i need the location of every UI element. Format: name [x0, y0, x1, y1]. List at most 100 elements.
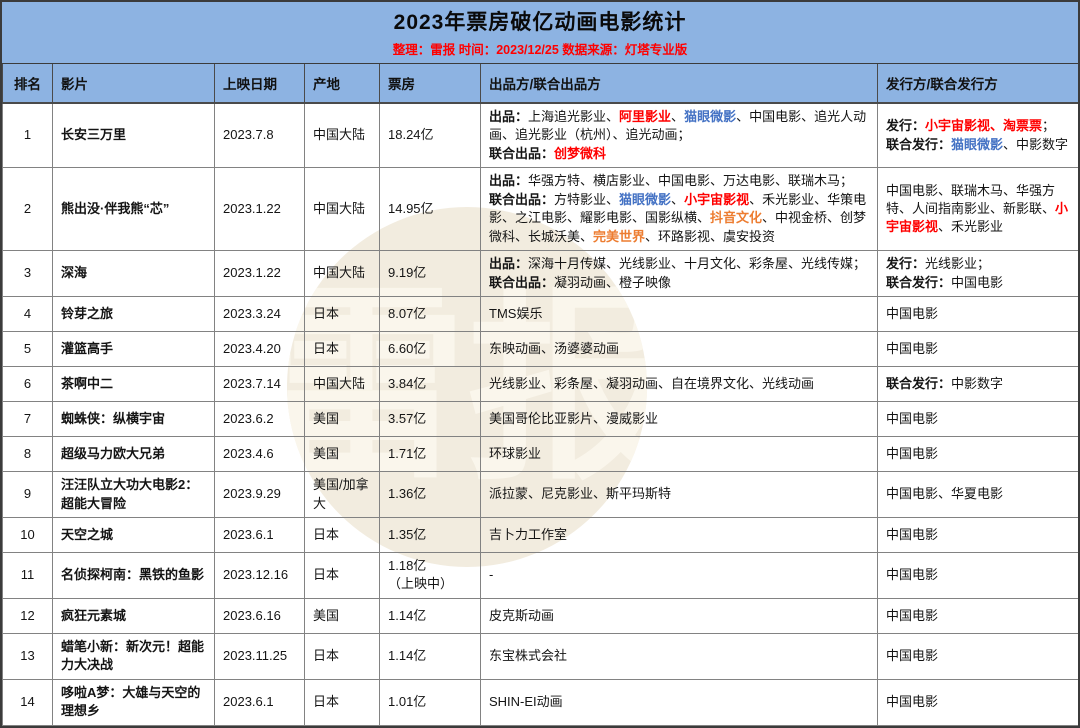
company-name: 吉卜力工作室 — [489, 527, 567, 542]
producers-cell: 美国哥伦比亚影片、漫威影业 — [481, 402, 878, 437]
company-name: 环球影业 — [489, 446, 541, 461]
origin-cell: 日本 — [305, 633, 380, 679]
column-header: 上映日期 — [215, 64, 305, 103]
rank-cell: 11 — [3, 552, 53, 598]
distributors-cell: 中国电影、华夏电影 — [878, 472, 1080, 518]
company-name: 、环路影视、虞安投资 — [645, 229, 775, 244]
company-name: 中国电影、联瑞木马、华强方特、人间指南影业、新影联、 — [886, 183, 1055, 216]
company-name: 联合发行： — [886, 376, 951, 391]
origin-cell: 日本 — [305, 332, 380, 367]
company-name: 联合发行： — [886, 137, 951, 152]
date-cell: 2023.3.24 — [215, 297, 305, 332]
distributors-cell: 联合发行：中影数字 — [878, 367, 1080, 402]
box-office-cell: 1.14亿 — [380, 598, 481, 633]
distributors-cell: 中国电影 — [878, 633, 1080, 679]
rank-cell: 1 — [3, 103, 53, 168]
rank-cell: 12 — [3, 598, 53, 633]
producers-cell: SHIN-EI动画 — [481, 679, 878, 725]
company-name: 完美世界 — [593, 229, 645, 244]
company-name: 联合出品： — [489, 146, 554, 161]
distributors-cell: 中国电影、联瑞木马、华强方特、人间指南影业、新影联、小宇宙影视、禾光影业 — [878, 168, 1080, 251]
origin-cell: 美国 — [305, 598, 380, 633]
date-cell: 2023.6.1 — [215, 517, 305, 552]
company-name: 联合出品： — [489, 192, 554, 207]
company-name: 光线影业、彩条屋、凝羽动画、自在境界文化、光线动画 — [489, 376, 814, 391]
film-cell: 灌篮高手 — [53, 332, 215, 367]
company-name: 中国电影 — [886, 648, 938, 663]
page-title: 2023年票房破亿动画电影统计 — [2, 6, 1078, 36]
producers-cell: 派拉蒙、尼克影业、斯平玛斯特 — [481, 472, 878, 518]
company-name: SHIN-EI动画 — [489, 694, 563, 709]
box-office-cell: 9.19亿 — [380, 251, 481, 297]
company-name: 东宝株式会社 — [489, 648, 567, 663]
company-name: 中国电影 — [886, 446, 938, 461]
film-cell: 蜡笔小新：新次元！超能力大决战 — [53, 633, 215, 679]
company-name: 联合发行： — [886, 275, 951, 290]
origin-cell: 美国 — [305, 402, 380, 437]
origin-cell: 中国大陆 — [305, 168, 380, 251]
column-header: 排名 — [3, 64, 53, 103]
film-cell: 长安三万里 — [53, 103, 215, 168]
rank-cell: 13 — [3, 633, 53, 679]
company-name: 中国电影 — [951, 275, 1003, 290]
company-name: 派拉蒙、尼克影业、斯平玛斯特 — [489, 486, 671, 501]
distributors-cell: 中国电影 — [878, 517, 1080, 552]
company-name: 出品： — [489, 173, 528, 188]
company-name: 、禾光影业 — [938, 219, 1003, 234]
film-cell: 茶啊中二 — [53, 367, 215, 402]
box-office-cell: 1.35亿 — [380, 517, 481, 552]
company-name: 方特影业、 — [554, 192, 619, 207]
rank-cell: 10 — [3, 517, 53, 552]
box-office-cell: 1.01亿 — [380, 679, 481, 725]
rank-cell: 5 — [3, 332, 53, 367]
company-name: 、 — [671, 109, 684, 124]
table-body: 1长安三万里2023.7.8中国大陆18.24亿出品：上海追光影业、阿里影业、猫… — [3, 103, 1080, 725]
date-cell: 2023.7.14 — [215, 367, 305, 402]
origin-cell: 中国大陆 — [305, 367, 380, 402]
date-cell: 2023.4.20 — [215, 332, 305, 367]
box-office-table: 排名影片上映日期产地票房出品方/联合出品方发行方/联合发行方 1长安三万里202… — [2, 64, 1080, 726]
rank-cell: 6 — [3, 367, 53, 402]
company-name: - — [489, 567, 493, 582]
origin-cell: 美国/加拿大 — [305, 472, 380, 518]
company-name: 联合出品： — [489, 275, 554, 290]
distributors-cell: 中国电影 — [878, 437, 1080, 472]
rank-cell: 9 — [3, 472, 53, 518]
distributors-cell: 中国电影 — [878, 598, 1080, 633]
film-cell: 疯狂元素城 — [53, 598, 215, 633]
producers-cell: 出品：华强方特、横店影业、中国电影、万达电影、联瑞木马；联合出品：方特影业、猫眼… — [481, 168, 878, 251]
company-name: 中国电影、华夏电影 — [886, 486, 1003, 501]
distributors-cell: 发行：小宇宙影视、淘票票；联合发行：猫眼微影、中影数字 — [878, 103, 1080, 168]
table-row: 3深海2023.1.22中国大陆9.19亿出品：深海十月传媒、光线影业、十月文化… — [3, 251, 1080, 297]
box-office-cell: 8.07亿 — [380, 297, 481, 332]
rank-cell: 2 — [3, 168, 53, 251]
column-header: 出品方/联合出品方 — [481, 64, 878, 103]
box-office-infographic: 雷报 2023年票房破亿动画电影统计 整理：雷报 时间：2023/12/25 数… — [0, 0, 1080, 728]
company-name: 创梦微科 — [554, 146, 606, 161]
company-name: 中国电影 — [886, 341, 938, 356]
rank-cell: 4 — [3, 297, 53, 332]
box-office-cell: 6.60亿 — [380, 332, 481, 367]
company-name: 中影数字 — [951, 376, 1003, 391]
title-block: 2023年票房破亿动画电影统计 整理：雷报 时间：2023/12/25 数据来源… — [2, 2, 1078, 64]
company-name: 、中影数字 — [1003, 137, 1068, 152]
film-cell: 名侦探柯南：黑铁的鱼影 — [53, 552, 215, 598]
film-cell: 天空之城 — [53, 517, 215, 552]
film-cell: 哆啦A梦：大雄与天空的理想乡 — [53, 679, 215, 725]
company-name: 出品： — [489, 256, 528, 271]
company-name: 小宇宙影视、淘票票 — [925, 118, 1042, 133]
table-row: 11名侦探柯南：黑铁的鱼影2023.12.16日本1.18亿（上映中）-中国电影 — [3, 552, 1080, 598]
company-name: 中国电影 — [886, 567, 938, 582]
distributors-cell: 中国电影 — [878, 332, 1080, 367]
box-office-cell: 1.36亿 — [380, 472, 481, 518]
distributors-cell: 中国电影 — [878, 297, 1080, 332]
company-name: ； — [1042, 118, 1055, 133]
column-header: 产地 — [305, 64, 380, 103]
table-row: 4铃芽之旅2023.3.24日本8.07亿TMS娱乐中国电影 — [3, 297, 1080, 332]
rank-cell: 8 — [3, 437, 53, 472]
company-name: 皮克斯动画 — [489, 608, 554, 623]
date-cell: 2023.9.29 — [215, 472, 305, 518]
date-cell: 2023.1.22 — [215, 251, 305, 297]
table-row: 14哆啦A梦：大雄与天空的理想乡2023.6.1日本1.01亿SHIN-EI动画… — [3, 679, 1080, 725]
table-row: 13蜡笔小新：新次元！超能力大决战2023.11.25日本1.14亿东宝株式会社… — [3, 633, 1080, 679]
